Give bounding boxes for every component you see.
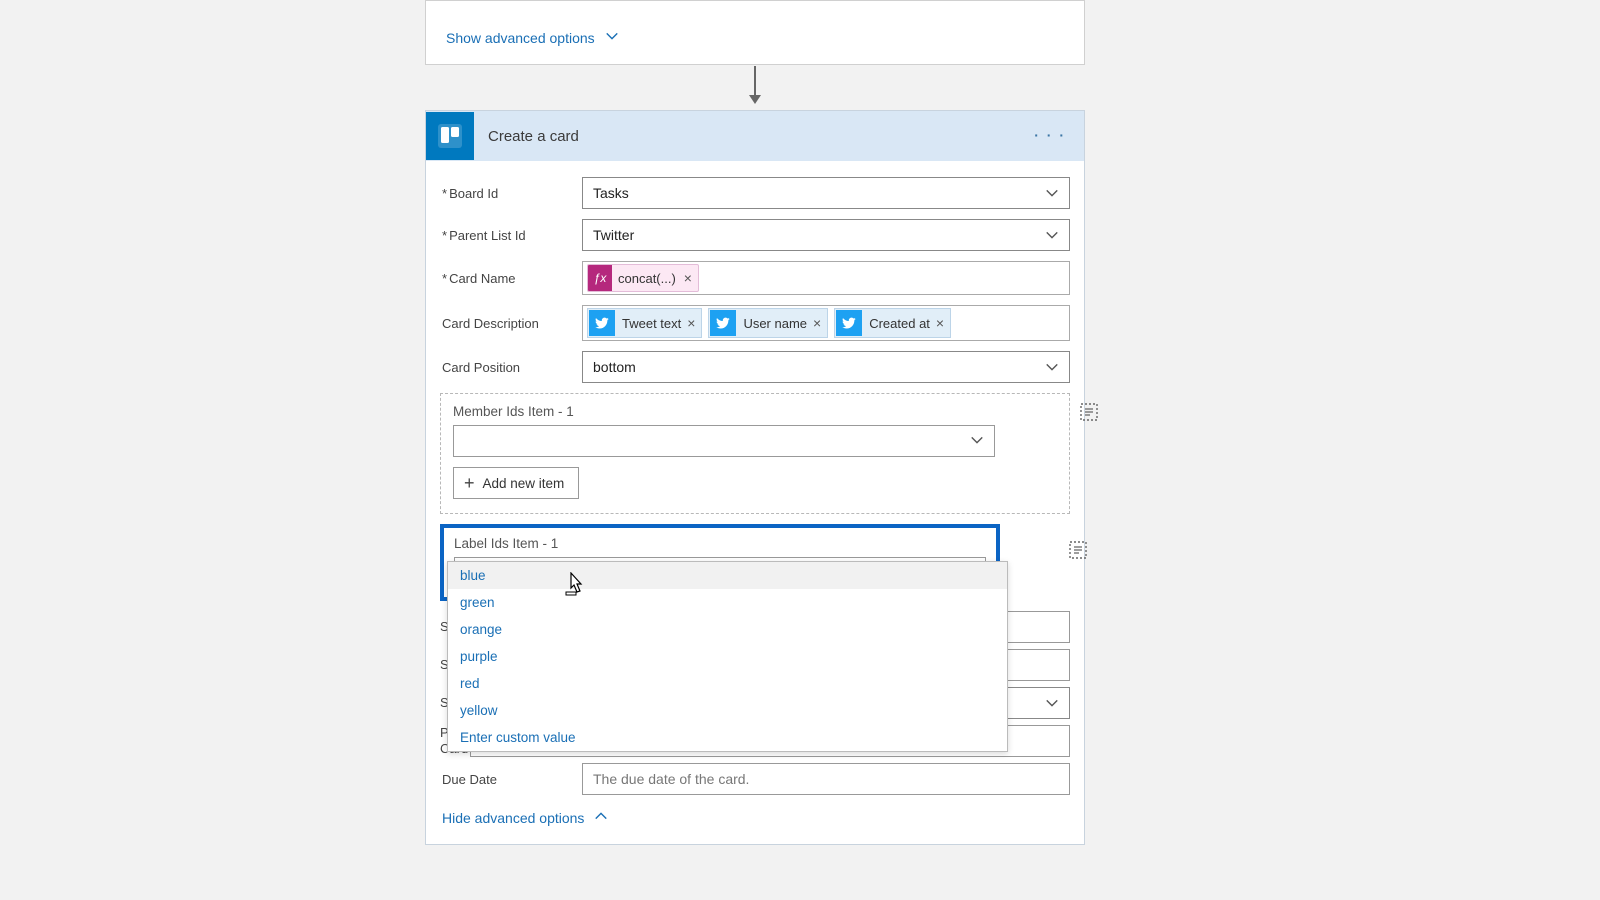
show-advanced-label: Show advanced options: [446, 30, 595, 46]
label-ids-item-label: Label Ids Item - 1: [454, 536, 986, 551]
chevron-down-icon: [605, 29, 619, 46]
label-ids-dropdown: blue green orange purple red yellow Ente…: [447, 561, 1008, 752]
card-position-value: bottom: [593, 359, 636, 375]
board-id-label: *Board Id: [440, 186, 582, 201]
hide-advanced-label: Hide advanced options: [442, 810, 584, 826]
token-remove-icon[interactable]: ×: [685, 315, 701, 331]
dynamic-token-user-name[interactable]: User name ×: [708, 308, 828, 338]
dropdown-option-purple[interactable]: purple: [448, 643, 1007, 670]
parent-list-id-label: *Parent List Id: [440, 228, 582, 243]
parent-list-id-value: Twitter: [593, 227, 634, 243]
field-row-due-date: Due Date The due date of the card.: [440, 763, 1070, 795]
chevron-down-icon: [1045, 696, 1059, 713]
card-name-label: *Card Name: [440, 271, 582, 286]
chevron-down-icon: [970, 433, 984, 450]
field-row-board-id: *Board Id Tasks: [440, 177, 1070, 209]
dropdown-option-blue[interactable]: blue: [448, 562, 1007, 589]
chevron-down-icon: [1045, 186, 1059, 203]
dropdown-option-yellow[interactable]: yellow: [448, 697, 1007, 724]
card-name-input[interactable]: ƒx concat(...) ×: [582, 261, 1070, 295]
chevron-up-icon: [594, 810, 608, 826]
card-description-input[interactable]: Tweet text × User name × C: [582, 305, 1070, 341]
member-ids-item-select[interactable]: [453, 425, 995, 457]
token-text: Tweet text: [616, 316, 685, 331]
member-ids-item-label: Member Ids Item - 1: [453, 404, 1057, 419]
field-row-card-name: *Card Name ƒx concat(...) ×: [440, 261, 1070, 295]
chevron-down-icon: [1045, 360, 1059, 377]
expression-token[interactable]: ƒx concat(...) ×: [587, 264, 699, 292]
hide-advanced-options-link[interactable]: Hide advanced options: [440, 809, 1070, 826]
twitter-icon: [836, 310, 862, 336]
card-header[interactable]: Create a card · · ·: [426, 111, 1084, 161]
add-new-item-label: Add new item: [483, 476, 565, 491]
switch-to-input-array-icon[interactable]: [1079, 402, 1099, 422]
due-date-label: Due Date: [440, 772, 582, 787]
parent-list-id-select[interactable]: Twitter: [582, 219, 1070, 251]
due-date-input[interactable]: The due date of the card.: [582, 763, 1070, 795]
more-menu-icon[interactable]: · · ·: [1034, 127, 1066, 143]
card-position-label: Card Position: [440, 360, 582, 375]
card-description-label: Card Description: [440, 316, 582, 331]
board-id-value: Tasks: [593, 185, 629, 201]
dropdown-option-custom[interactable]: Enter custom value: [448, 724, 1007, 751]
card-position-select[interactable]: bottom: [582, 351, 1070, 383]
dynamic-token-tweet-text[interactable]: Tweet text ×: [587, 308, 702, 338]
field-row-card-description: Card Description Tweet text × Use: [440, 305, 1070, 341]
field-row-parent-list-id: *Parent List Id Twitter: [440, 219, 1070, 251]
fx-icon: ƒx: [588, 265, 612, 291]
dropdown-option-red[interactable]: red: [448, 670, 1007, 697]
flow-arrow-icon: [754, 66, 756, 96]
dropdown-option-green[interactable]: green: [448, 589, 1007, 616]
trello-icon: [426, 112, 474, 160]
token-remove-icon[interactable]: ×: [682, 270, 698, 286]
plus-icon: +: [464, 474, 475, 492]
card-title: Create a card: [488, 128, 579, 145]
token-remove-icon[interactable]: ×: [934, 315, 950, 331]
chevron-down-icon: [1045, 228, 1059, 245]
token-text: User name: [737, 316, 811, 331]
dropdown-option-orange[interactable]: orange: [448, 616, 1007, 643]
member-ids-array: Member Ids Item - 1 + Add new item: [440, 393, 1070, 514]
twitter-icon: [589, 310, 615, 336]
add-new-item-button[interactable]: + Add new item: [453, 467, 579, 499]
previous-action-card: Show advanced options: [425, 0, 1085, 65]
switch-to-input-array-icon[interactable]: [1068, 540, 1088, 560]
due-date-placeholder: The due date of the card.: [593, 771, 749, 787]
expression-token-text: concat(...): [612, 271, 682, 286]
field-row-card-position: Card Position bottom: [440, 351, 1070, 383]
twitter-icon: [710, 310, 736, 336]
board-id-select[interactable]: Tasks: [582, 177, 1070, 209]
dynamic-token-created-at[interactable]: Created at ×: [834, 308, 951, 338]
token-text: Created at: [863, 316, 934, 331]
show-advanced-options-link[interactable]: Show advanced options: [446, 29, 619, 46]
token-remove-icon[interactable]: ×: [811, 315, 827, 331]
